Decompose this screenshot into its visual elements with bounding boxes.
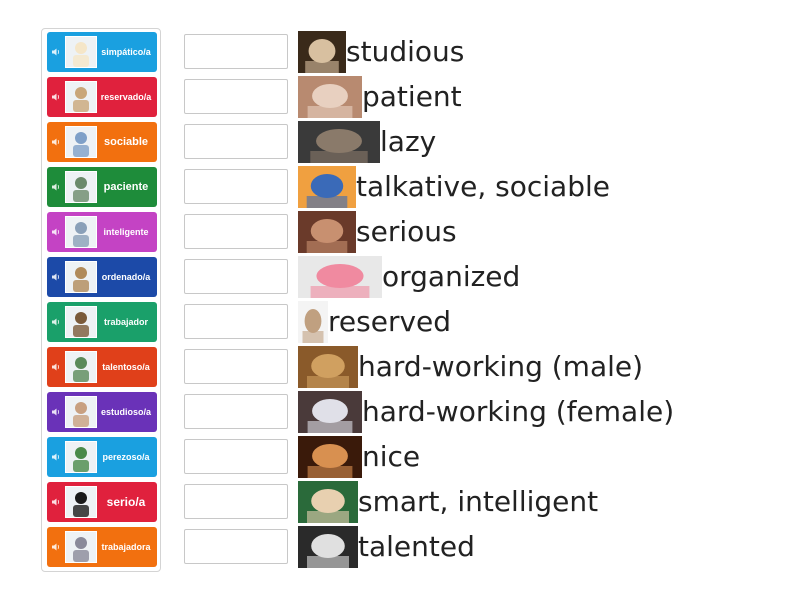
- definition-text: talkative, sociable: [356, 170, 610, 203]
- speaker-icon[interactable]: [49, 167, 63, 207]
- tile-thumbnail-image: [65, 126, 97, 158]
- word-tile[interactable]: talentoso/a: [47, 347, 157, 387]
- tile-thumbnail-image: [65, 396, 97, 428]
- word-tile[interactable]: serio/a: [47, 482, 157, 522]
- tidy-room-image: [298, 256, 382, 298]
- answer-drop-box[interactable]: [184, 439, 288, 474]
- word-tile[interactable]: ordenado/a: [47, 257, 157, 297]
- word-tile[interactable]: trabajador: [47, 302, 157, 342]
- word-tile[interactable]: simpático/a: [47, 32, 157, 72]
- answer-drop-box[interactable]: [184, 169, 288, 204]
- stacked-books-image: [298, 346, 358, 388]
- word-tile-label: paciente: [103, 181, 149, 193]
- answer-drop-box[interactable]: [184, 304, 288, 339]
- word-tile[interactable]: paciente: [47, 167, 157, 207]
- word-tile-label: estudioso/a: [100, 407, 151, 417]
- definition-text: patient: [362, 80, 462, 113]
- tile-thumbnail-image: [65, 441, 97, 473]
- definition-item: hard-working (male): [298, 344, 643, 390]
- word-tile-label: ordenado/a: [101, 272, 151, 282]
- speaker-icon[interactable]: [49, 527, 63, 567]
- definition-text: studious: [346, 35, 465, 68]
- answer-drop-box[interactable]: [184, 529, 288, 564]
- definition-item: hard-working (female): [298, 389, 674, 435]
- speaker-icon[interactable]: [49, 392, 63, 432]
- speaker-icon[interactable]: [49, 437, 63, 477]
- holding-hands-image: [298, 76, 362, 118]
- word-tile[interactable]: reservado/a: [47, 77, 157, 117]
- definition-text: hard-working (male): [358, 350, 644, 383]
- definition-text: nice: [362, 440, 421, 473]
- answer-drop-box[interactable]: [184, 484, 288, 519]
- word-tile-label: reservado/a: [100, 92, 152, 102]
- answer-drop-box[interactable]: [184, 214, 288, 249]
- answer-drop-box[interactable]: [184, 124, 288, 159]
- speaker-icon[interactable]: [49, 122, 63, 162]
- woman-working-image: [298, 391, 362, 433]
- tile-thumbnail-image: [65, 216, 97, 248]
- definition-text: smart, intelligent: [358, 485, 599, 518]
- tile-thumbnail-image: [65, 306, 97, 338]
- baby-reading-image: [298, 31, 346, 73]
- word-tile-label: inteligente: [103, 227, 149, 237]
- definition-item: organized: [298, 254, 520, 300]
- speaker-icon[interactable]: [49, 32, 63, 72]
- word-tile-label: serio/a: [106, 495, 146, 509]
- speaker-icon[interactable]: [49, 482, 63, 522]
- definition-item: smart, intelligent: [298, 479, 598, 525]
- definition-item: talented: [298, 524, 475, 570]
- definition-item: reserved: [298, 299, 451, 345]
- speaker-icon[interactable]: [49, 302, 63, 342]
- tile-thumbnail-image: [65, 486, 97, 518]
- serious-man-image: [298, 211, 356, 253]
- speaker-icon[interactable]: [49, 212, 63, 252]
- word-tile-label: sociable: [103, 136, 149, 148]
- shy-person-image: [298, 301, 328, 343]
- speaker-icon[interactable]: [49, 77, 63, 117]
- definition-item: lazy: [298, 119, 436, 165]
- speaker-icon[interactable]: [49, 257, 63, 297]
- people-hugging-image: [298, 436, 362, 478]
- tile-thumbnail-image: [65, 36, 97, 68]
- word-tile-label: talentoso/a: [102, 362, 150, 372]
- man-sleeping-image: [298, 121, 380, 163]
- word-tile[interactable]: inteligente: [47, 212, 157, 252]
- definition-item: patient: [298, 74, 462, 120]
- answer-drop-box[interactable]: [184, 394, 288, 429]
- definition-item: studious: [298, 29, 464, 75]
- answer-drop-box[interactable]: [184, 259, 288, 294]
- word-tile-label: simpático/a: [101, 47, 151, 57]
- answer-drop-box[interactable]: [184, 349, 288, 384]
- word-tile-label: trabajadora: [101, 542, 151, 552]
- definition-text: serious: [356, 215, 457, 248]
- word-tile-label: trabajador: [103, 317, 148, 327]
- graduate-image: [298, 481, 358, 523]
- definition-item: nice: [298, 434, 420, 480]
- piano-image: [298, 526, 358, 568]
- definition-text: lazy: [380, 125, 437, 158]
- tile-thumbnail-image: [65, 531, 97, 563]
- answer-drop-box[interactable]: [184, 79, 288, 114]
- word-tile-label: perezoso/a: [102, 452, 150, 462]
- answer-drop-box[interactable]: [184, 34, 288, 69]
- word-tile[interactable]: sociable: [47, 122, 157, 162]
- speaker-icon[interactable]: [49, 347, 63, 387]
- tile-thumbnail-image: [65, 81, 97, 113]
- tile-thumbnail-image: [65, 171, 97, 203]
- word-tile[interactable]: perezoso/a: [47, 437, 157, 477]
- definition-text: talented: [358, 530, 475, 563]
- definition-item: talkative, sociable: [298, 164, 610, 210]
- definition-text: organized: [382, 260, 521, 293]
- word-tile[interactable]: trabajadora: [47, 527, 157, 567]
- group-talking-image: [298, 166, 356, 208]
- definition-text: hard-working (female): [362, 395, 675, 428]
- word-tile[interactable]: estudioso/a: [47, 392, 157, 432]
- tile-thumbnail-image: [65, 261, 97, 293]
- definition-text: reserved: [328, 305, 452, 338]
- definition-item: serious: [298, 209, 457, 255]
- tile-thumbnail-image: [65, 351, 97, 383]
